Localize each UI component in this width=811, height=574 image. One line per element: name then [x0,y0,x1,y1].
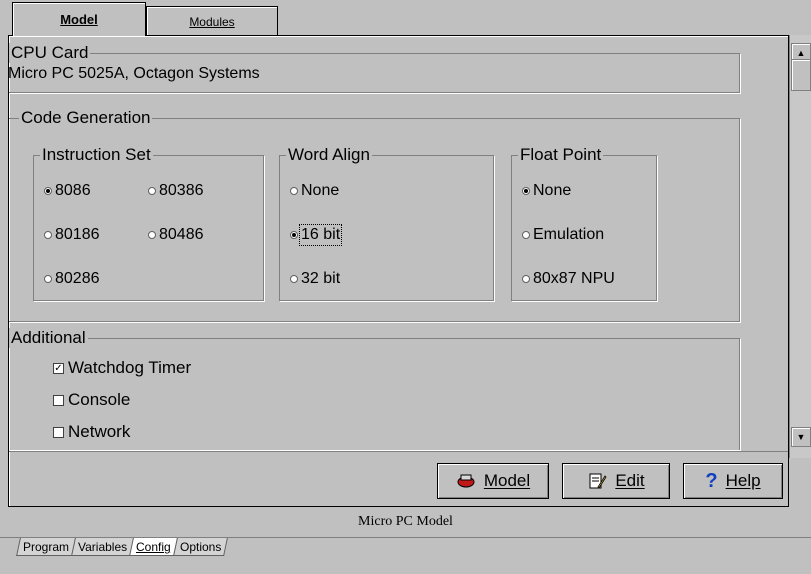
cpu-card-group: CPU Card Micro PC 5025A, Octagon Systems [8,43,740,93]
checkbox-network-box[interactable] [53,426,64,438]
radio-align-16bit[interactable]: 16 bit [290,224,343,246]
radio-float-emulation[interactable]: Emulation [522,224,604,246]
scroll-down-button[interactable]: ▼ [791,427,811,447]
instruction-set-title: Instruction Set [40,145,153,165]
scroll-thumb[interactable] [791,59,811,91]
radio-80386-indicator[interactable] [148,187,156,195]
radio-float-none-label: None [533,182,572,199]
tab-variables[interactable]: Variables [71,538,135,556]
radio-80286-indicator[interactable] [44,275,52,283]
tab-config[interactable]: Config [129,538,178,556]
radio-8086[interactable]: 8086 [44,180,91,202]
radio-align-16bit-indicator[interactable] [290,231,298,239]
config-panel: CPU Card Micro PC 5025A, Octagon Systems… [8,35,789,507]
tab-program-label: Program [23,539,70,554]
edit-button-label: Edit [615,471,645,490]
tab-modules-label: Modules [189,14,235,29]
radio-float-none-indicator[interactable] [522,187,530,195]
checkbox-console[interactable]: Console [53,389,130,411]
checkbox-console-box[interactable] [53,394,64,406]
radio-align-32bit[interactable]: 32 bit [290,268,340,290]
additional-title: Additional [9,328,88,348]
radio-float-emulation-label: Emulation [533,226,605,243]
question-icon: ? [705,469,718,492]
radio-align-none[interactable]: None [290,180,339,202]
radio-80486[interactable]: 80486 [148,224,204,246]
radio-align-none-label: None [301,182,340,199]
edit-button[interactable]: Edit [562,463,670,499]
arrow-down-icon: ▼ [796,432,806,442]
status-text: Micro PC Model [358,514,453,529]
tab-variables-label: Variables [78,539,128,554]
cpu-card-title: CPU Card [9,43,91,63]
radio-align-16bit-label: 16 bit [298,224,343,246]
vertical-scrollbar[interactable]: ▲ ▼ [789,35,811,458]
checkbox-watchdog-timer[interactable]: ✓ Watchdog Timer [53,357,191,379]
tab-program[interactable]: Program [16,538,76,556]
tab-model-label: Model [60,12,98,27]
model-button[interactable]: Model [437,463,549,499]
divider [9,451,788,452]
radio-float-npu-label: 80x87 NPU [533,270,615,287]
float-point-group: Float Point None Emulation 80x87 NPU [511,145,657,301]
arrow-up-icon: ▲ [796,48,806,58]
checkbox-network[interactable]: Network [53,421,130,443]
word-align-group: Word Align None 16 bit 32 bit [279,145,494,301]
checkbox-network-label: Network [68,422,131,441]
float-point-title: Float Point [518,145,604,165]
status-bar: Micro PC Model [0,510,811,534]
radio-8086-indicator[interactable] [44,187,52,195]
radio-80286-label: 80286 [55,270,100,287]
radio-80186[interactable]: 80186 [44,224,100,246]
radio-float-npu-indicator[interactable] [522,275,530,283]
tab-options-label: Options [179,539,222,554]
code-generation-title: Code Generation [19,108,153,128]
radio-80386[interactable]: 80386 [148,180,204,202]
radio-80486-label: 80486 [159,226,204,243]
radio-80386-label: 80386 [159,182,204,199]
tab-options[interactable]: Options [172,538,229,556]
model-button-label: Model [483,471,531,490]
radio-align-32bit-label: 32 bit [301,270,341,287]
edit-pencil-icon [587,471,607,491]
word-align-title: Word Align [286,145,372,165]
chip-icon [456,473,476,489]
radio-80186-indicator[interactable] [44,231,52,239]
radio-align-32bit-indicator[interactable] [290,275,298,283]
help-button[interactable]: ? Help [683,463,783,499]
radio-align-none-indicator[interactable] [290,187,298,195]
additional-group: Additional ✓ Watchdog Timer Console Netw… [9,328,740,450]
instruction-set-group: Instruction Set 8086 80386 80186 80486 8… [33,145,264,301]
tab-config-label: Config [136,539,171,554]
cpu-card-value: Micro PC 5025A, Octagon Systems [8,65,260,82]
radio-80186-label: 80186 [55,226,100,243]
tab-modules[interactable]: Modules [146,6,278,36]
checkbox-console-label: Console [68,390,131,409]
top-tab-bar: Model Modules [0,0,811,40]
radio-80486-indicator[interactable] [148,231,156,239]
checkbox-watchdog-box[interactable]: ✓ [53,362,64,374]
help-button-label: Help [725,471,761,490]
tab-model[interactable]: Model [12,2,146,36]
radio-float-npu[interactable]: 80x87 NPU [522,268,615,290]
code-generation-group: Code Generation Instruction Set 8086 803… [9,108,740,322]
radio-float-emulation-indicator[interactable] [522,231,530,239]
checkbox-watchdog-label: Watchdog Timer [68,358,192,377]
bottom-tab-bar: Program Variables Config Options [16,538,229,560]
radio-8086-label: 8086 [55,182,91,199]
radio-80286[interactable]: 80286 [44,268,100,290]
radio-float-none[interactable]: None [522,180,571,202]
